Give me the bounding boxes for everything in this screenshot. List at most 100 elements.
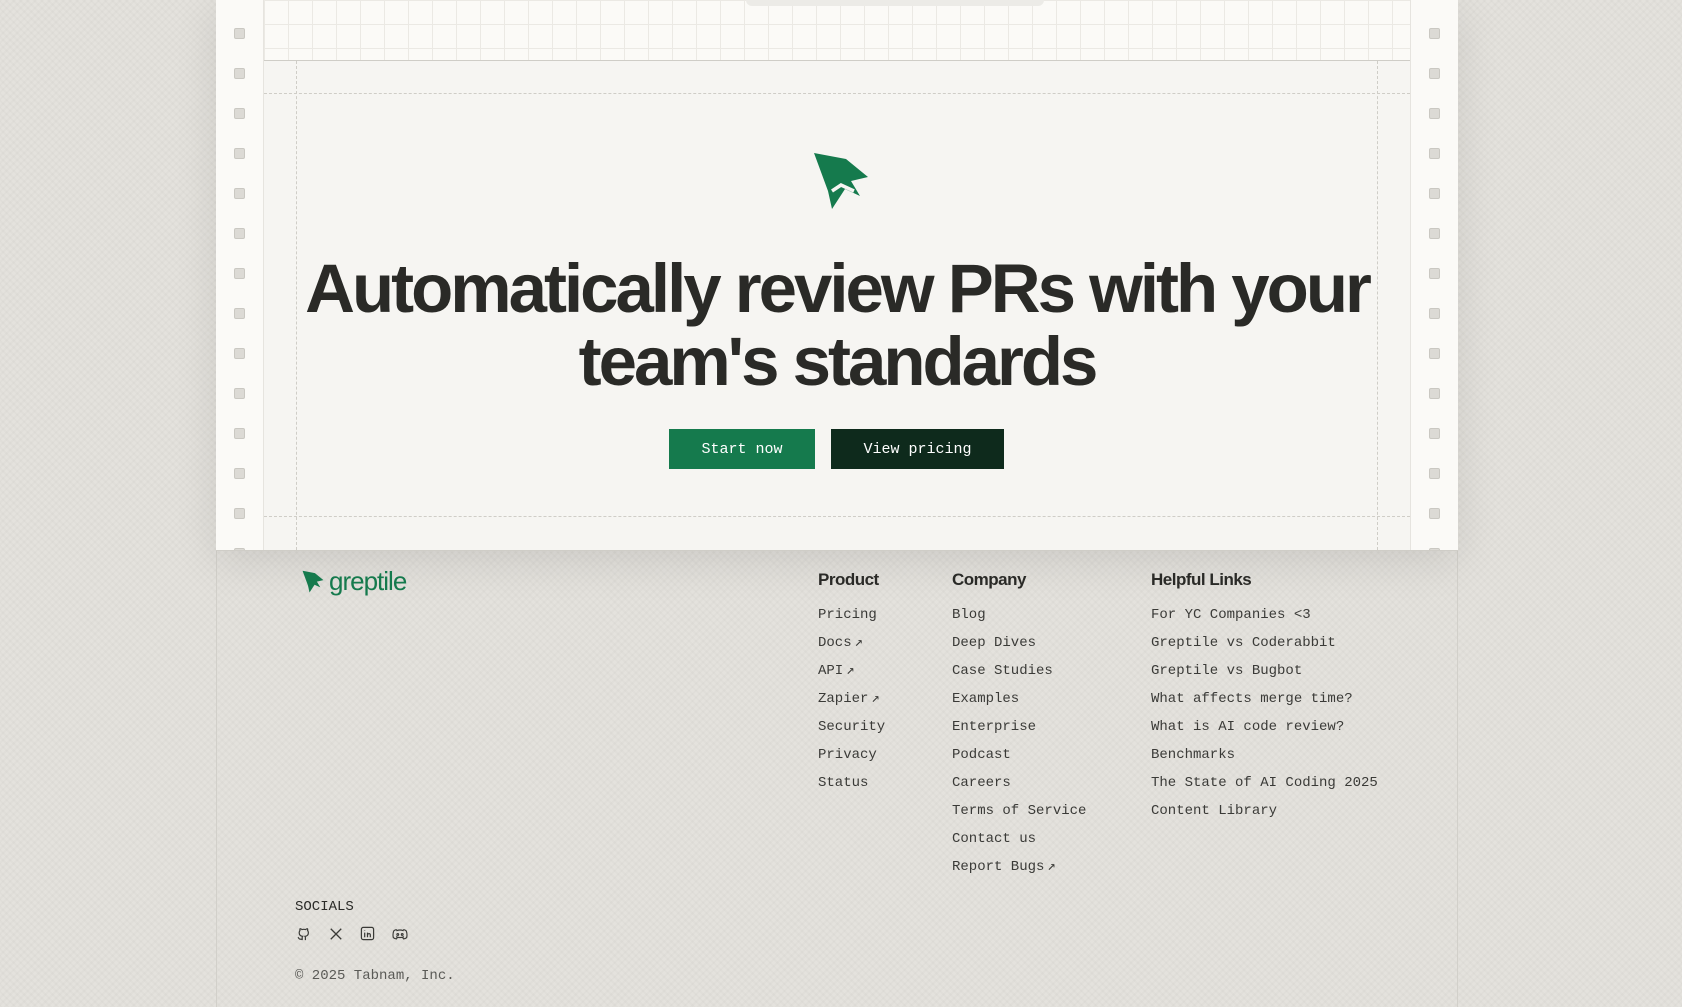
footer-link[interactable]: Examples (952, 685, 1086, 713)
rail-marker (234, 148, 245, 159)
rail-marker (1429, 508, 1440, 519)
rail-marker (234, 348, 245, 359)
footer-link-label: What affects merge time? (1151, 691, 1353, 707)
rail-marker (1429, 468, 1440, 479)
footer-link-label: For YC Companies <3 (1151, 607, 1311, 623)
footer-link[interactable]: Greptile vs Coderabbit (1151, 629, 1378, 657)
footer-link[interactable]: Contact us (952, 825, 1086, 853)
rail-marker (1429, 308, 1440, 319)
footer-link-label: Content Library (1151, 803, 1278, 819)
rail-marker (1429, 68, 1440, 79)
footer-link-label: Examples (952, 691, 1020, 707)
right-rail (1410, 0, 1458, 550)
view-pricing-button[interactable]: View pricing (831, 429, 1004, 469)
rail-marker (234, 108, 245, 119)
footer-link-label: Greptile vs Coderabbit (1151, 635, 1336, 651)
footer-logo[interactable]: greptile (301, 566, 407, 597)
footer-link-label: What is AI code review? (1151, 719, 1345, 735)
footer-link-label: Report Bugs (952, 859, 1045, 875)
column-title: Helpful Links (1151, 570, 1252, 589)
footer-link[interactable]: API ↗ (818, 657, 885, 685)
linkedin-icon[interactable] (359, 925, 376, 942)
column-title: Product (818, 570, 879, 589)
footer-link[interactable]: Enterprise (952, 713, 1086, 741)
footer-link[interactable]: Benchmarks (1151, 741, 1378, 769)
x-icon[interactable] (327, 925, 344, 942)
grid-band (264, 0, 1410, 61)
rail-marker (1429, 428, 1440, 439)
rail-marker (234, 28, 245, 39)
footer-link-label: Blog (952, 607, 986, 623)
rail-marker (1429, 548, 1440, 550)
footer-link[interactable]: What is AI code review? (1151, 713, 1378, 741)
greptile-logo-icon (302, 570, 324, 592)
brand-name: greptile (329, 566, 407, 596)
footer-link[interactable]: Status (818, 769, 885, 797)
footer-column-product: Product Pricing Docs ↗ API ↗ Zapier ↗ Security P… (818, 570, 885, 797)
footer-link[interactable]: Privacy (818, 741, 885, 769)
footer-link[interactable]: Careers (952, 769, 1086, 797)
footer-link-label: Enterprise (952, 719, 1037, 735)
cta-section: Automatically review PRs with your team'… (216, 0, 1458, 551)
footer-link-label: Security (818, 719, 886, 735)
footer-link[interactable]: Zapier ↗ (818, 685, 885, 713)
external-link-icon: ↗ (854, 635, 864, 651)
footer-link[interactable]: The State of AI Coding 2025 (1151, 769, 1378, 797)
greptile-logo-icon (814, 153, 868, 209)
footer-link-label: Careers (952, 775, 1011, 791)
footer-link-label: Benchmarks (1151, 747, 1236, 763)
rail-marker (1429, 108, 1440, 119)
footer-link-label: Podcast (952, 747, 1011, 763)
socials-label: SOCIALS (295, 899, 354, 915)
footer-link-label: Privacy (818, 747, 877, 763)
footer-link[interactable]: Content Library (1151, 797, 1378, 825)
footer-link-label: Deep Dives (952, 635, 1037, 651)
rail-marker (234, 68, 245, 79)
guide-line (264, 93, 1410, 94)
rail-marker (1429, 388, 1440, 399)
start-now-button[interactable]: Start now (669, 429, 815, 469)
external-link-icon: ↗ (1047, 859, 1056, 875)
column-title: Company (952, 570, 1026, 589)
copyright: © 2025 Tabnam, Inc. (295, 968, 455, 984)
rail-marker (1429, 268, 1440, 279)
footer-link[interactable]: What affects merge time? (1151, 685, 1378, 713)
rail-marker (234, 468, 245, 479)
footer-link[interactable]: Security (818, 713, 885, 741)
rail-marker (234, 428, 245, 439)
footer-link-label: Contact us (952, 831, 1037, 847)
rail-marker (1429, 188, 1440, 199)
external-link-icon: ↗ (871, 691, 880, 707)
footer-link[interactable]: Greptile vs Bugbot (1151, 657, 1378, 685)
footer-link-label: Pricing (818, 607, 877, 623)
rail-marker (234, 388, 245, 399)
footer-link[interactable]: Terms of Service (952, 797, 1086, 825)
footer-link-label: The State of AI Coding 2025 (1151, 775, 1378, 791)
footer-column-company: Company Blog Deep Dives Case Studies Exampl… (952, 570, 1086, 881)
rail-marker (234, 508, 245, 519)
external-link-icon: ↗ (846, 663, 855, 679)
footer-link-label: Case Studies (952, 663, 1053, 679)
top-pill (746, 0, 1044, 6)
footer-link-label: Greptile vs Bugbot (1151, 663, 1303, 679)
footer-link[interactable]: Report Bugs ↗ (952, 853, 1086, 881)
footer-link[interactable]: Podcast (952, 741, 1086, 769)
rail-marker (1429, 148, 1440, 159)
rail-marker (1429, 28, 1440, 39)
footer-link[interactable]: For YC Companies <3 (1151, 601, 1378, 629)
footer-link[interactable]: Case Studies (952, 657, 1086, 685)
github-icon[interactable] (295, 925, 312, 942)
footer-link-label: Terms of Service (952, 803, 1087, 819)
footer-column-helpful-links: Helpful Links For YC Companies <3 Greptil… (1151, 570, 1378, 825)
left-rail (216, 0, 264, 550)
footer-link[interactable]: Docs ↗ (818, 629, 885, 657)
rail-marker (234, 228, 245, 239)
footer-link-label: Status (818, 775, 869, 791)
footer-link-label: API (818, 663, 844, 679)
footer-link[interactable]: Blog (952, 601, 1086, 629)
guide-line (264, 516, 1410, 517)
discord-icon[interactable] (391, 925, 408, 942)
footer-link[interactable]: Deep Dives (952, 629, 1086, 657)
rail-marker (234, 308, 245, 319)
footer-link[interactable]: Pricing (818, 601, 885, 629)
